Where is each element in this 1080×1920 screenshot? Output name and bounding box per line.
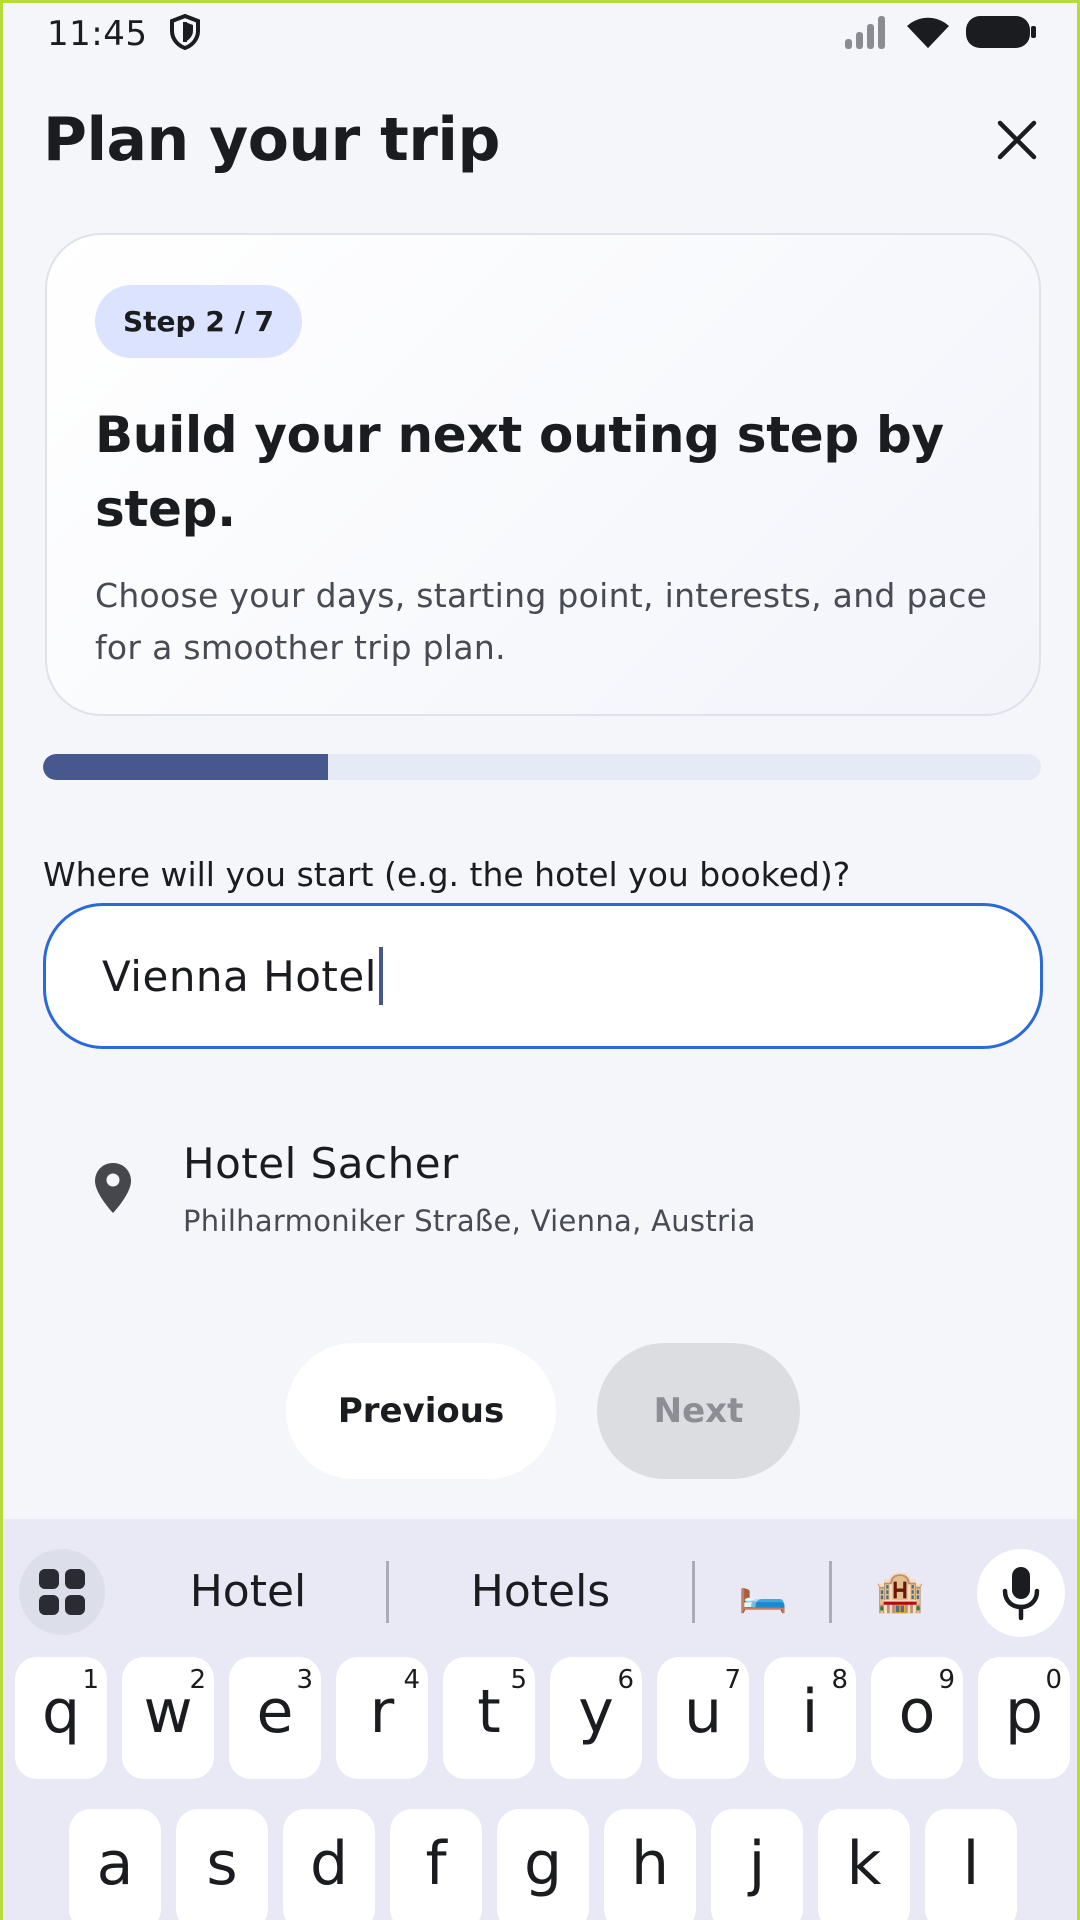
word-suggestion[interactable]: Hotel (143, 1531, 353, 1651)
shield-icon (169, 13, 201, 55)
on-screen-keyboard: Hotel Hotels 🛏️ 🏨 q1w2e3r4t5y6u7i8o9p0 a s… (3, 1519, 1077, 1920)
emoji-suggestion[interactable]: 🛏️ (718, 1531, 808, 1651)
key-q[interactable]: q1 (15, 1657, 107, 1779)
keyboard-apps-icon (39, 1569, 85, 1615)
key-y[interactable]: y6 (550, 1657, 642, 1779)
start-location-label: Where will you start (e.g. the hotel you… (43, 855, 851, 894)
suggestion-divider (386, 1561, 389, 1623)
key-a[interactable]: a (69, 1809, 161, 1920)
key-number-hint: 8 (831, 1665, 848, 1695)
key-g[interactable]: g (497, 1809, 589, 1920)
key-j[interactable]: j (711, 1809, 803, 1920)
intro-heading: Build your next outing step by step. (95, 406, 944, 538)
suggestion-divider (829, 1561, 832, 1623)
key-letter: f (425, 1829, 447, 1899)
key-number-hint: 0 (1045, 1665, 1062, 1695)
close-icon (997, 120, 1037, 160)
start-location-value: Vienna Hotel (102, 951, 377, 1001)
key-number-hint: 5 (510, 1665, 527, 1695)
key-number-hint: 9 (938, 1665, 955, 1695)
key-number-hint: 3 (296, 1665, 313, 1695)
key-i[interactable]: i8 (764, 1657, 856, 1779)
key-letter: j (748, 1829, 766, 1899)
battery-icon (965, 14, 1037, 55)
intro-card: Step 2 / 7 Build your next outing step b… (45, 233, 1041, 716)
key-l[interactable]: l (925, 1809, 1017, 1920)
suggestion-divider (692, 1561, 695, 1623)
wifi-icon (905, 14, 951, 55)
status-bar: 11:45 (3, 3, 1077, 65)
key-letter: g (523, 1829, 563, 1899)
key-w[interactable]: w2 (122, 1657, 214, 1779)
key-letter: k (846, 1829, 882, 1899)
key-number-hint: 6 (617, 1665, 634, 1695)
key-number-hint: 4 (403, 1665, 420, 1695)
key-t[interactable]: t5 (443, 1657, 535, 1779)
location-pin-icon (95, 1163, 131, 1213)
key-s[interactable]: s (176, 1809, 268, 1920)
next-button[interactable]: Next (597, 1343, 800, 1479)
keyboard-suggestion-strip: Hotel Hotels 🛏️ 🏨 (3, 1531, 1077, 1651)
microphone-icon (1002, 1567, 1040, 1621)
previous-button[interactable]: Previous (286, 1343, 556, 1479)
key-u[interactable]: u7 (657, 1657, 749, 1779)
location-suggestion[interactable]: Hotel Sacher Philharmoniker Straße, Vien… (43, 1113, 1041, 1263)
voice-input-button[interactable] (977, 1549, 1065, 1637)
key-letter: s (206, 1829, 238, 1899)
key-letter: l (962, 1829, 980, 1899)
key-o[interactable]: o9 (871, 1657, 963, 1779)
key-letter: a (96, 1829, 134, 1899)
key-letter: d (309, 1829, 349, 1899)
key-k[interactable]: k (818, 1809, 910, 1920)
status-time: 11:45 (47, 14, 148, 54)
key-h[interactable]: h (604, 1809, 696, 1920)
key-e[interactable]: e3 (229, 1657, 321, 1779)
key-p[interactable]: p0 (978, 1657, 1070, 1779)
intro-description: Choose your days, starting point, intere… (95, 576, 988, 667)
key-number-hint: 7 (724, 1665, 741, 1695)
progress-bar (43, 754, 1041, 780)
word-suggestion[interactable]: Hotels (428, 1531, 653, 1651)
key-r[interactable]: r4 (336, 1657, 428, 1779)
key-d[interactable]: d (283, 1809, 375, 1920)
suggestion-subtitle: Philharmoniker Straße, Vienna, Austria (183, 1203, 756, 1238)
page-title: Plan your trip (43, 105, 500, 175)
key-letter: h (630, 1829, 670, 1899)
progress-fill (43, 754, 329, 780)
text-caret (378, 947, 383, 1005)
signal-icon (843, 15, 891, 54)
keyboard-apps-button[interactable] (19, 1549, 105, 1635)
key-number-hint: 1 (82, 1665, 99, 1695)
step-badge: Step 2 / 7 (95, 285, 303, 358)
close-button[interactable] (981, 104, 1053, 176)
emoji-suggestion[interactable]: 🏨 (855, 1531, 945, 1651)
header: Plan your trip (3, 98, 1077, 182)
start-location-input[interactable]: Vienna Hotel (43, 903, 1043, 1049)
suggestion-title: Hotel Sacher (183, 1138, 459, 1188)
key-f[interactable]: f (390, 1809, 482, 1920)
key-number-hint: 2 (189, 1665, 206, 1695)
